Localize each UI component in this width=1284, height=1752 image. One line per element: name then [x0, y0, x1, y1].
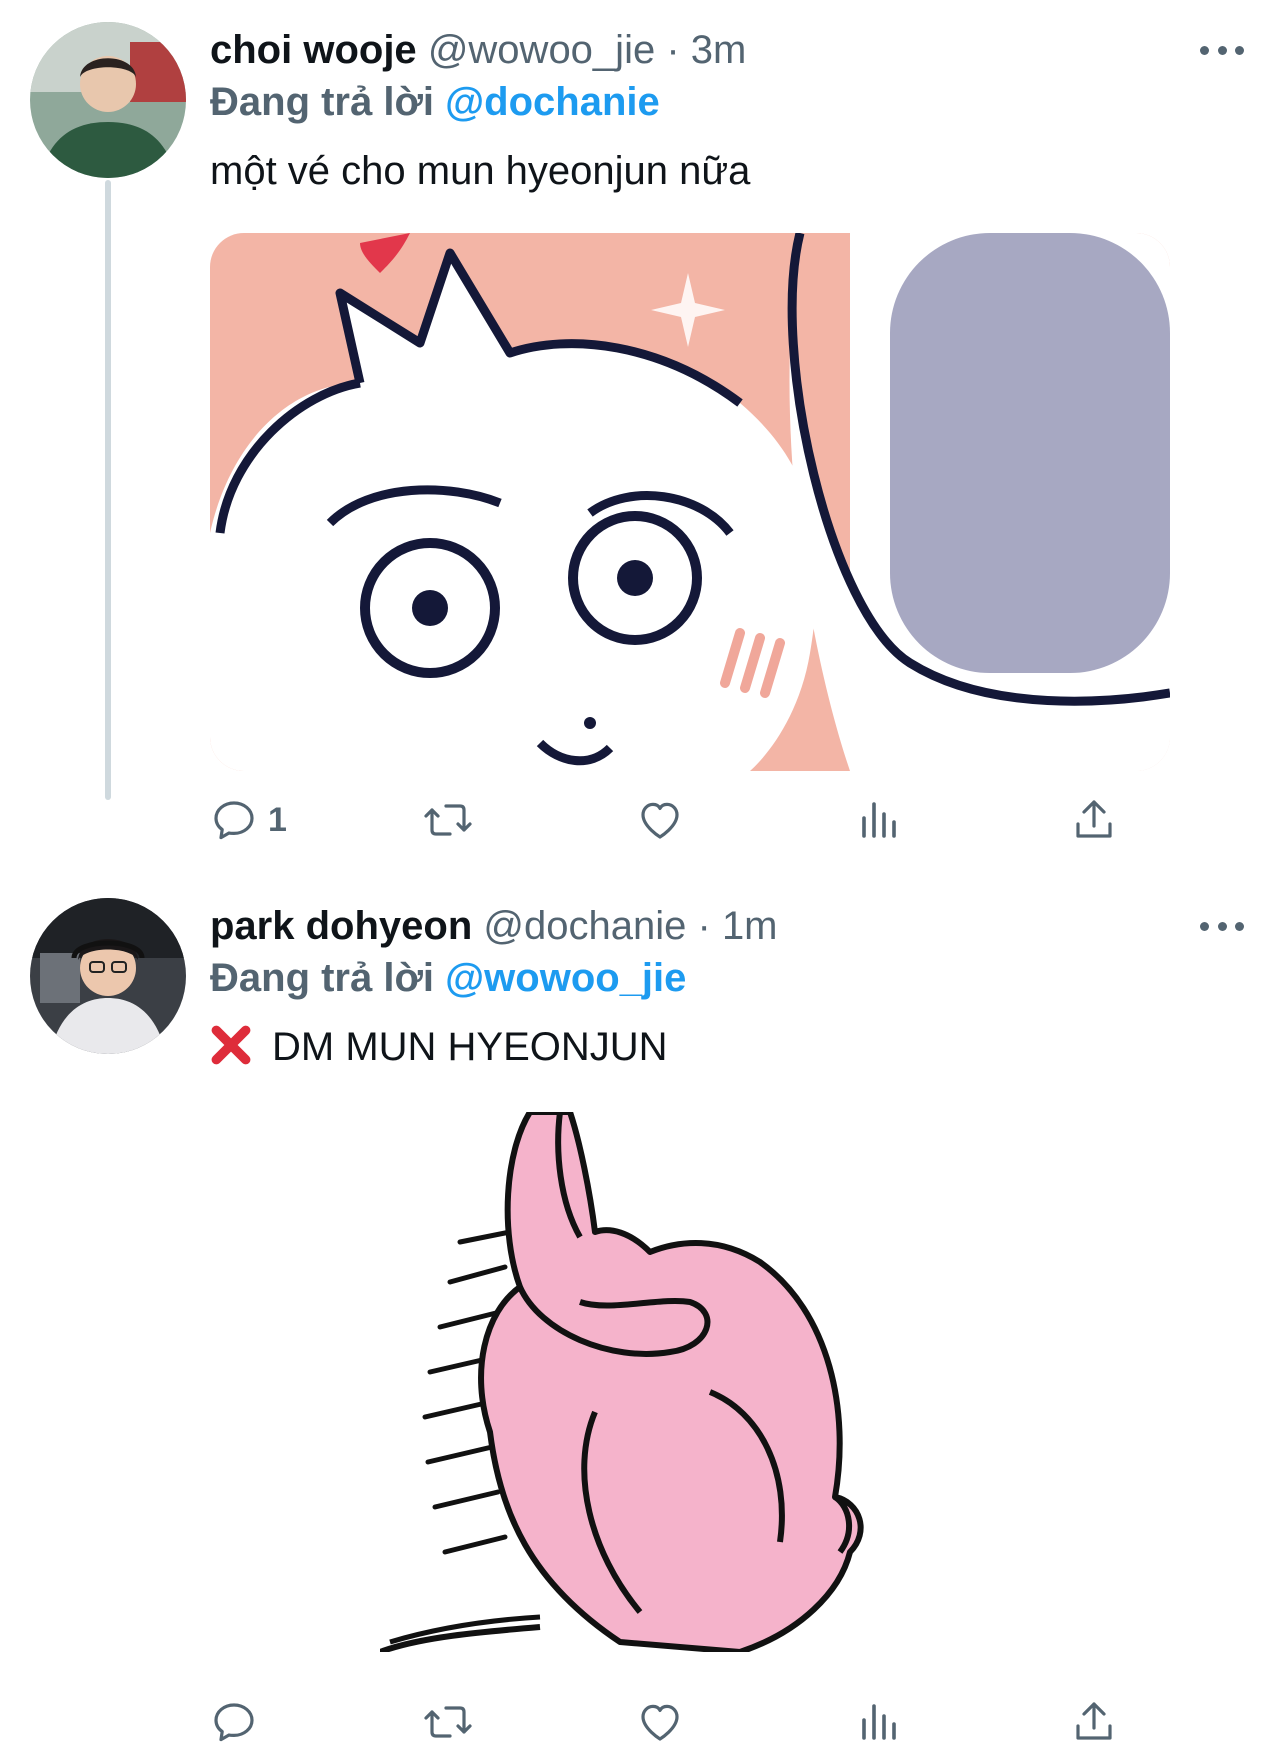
tweet-media[interactable]: [380, 1112, 900, 1652]
retweet-button[interactable]: [422, 790, 474, 850]
user-handle[interactable]: @dochanie: [483, 904, 686, 948]
retweet-icon: [424, 1706, 472, 1738]
mention-link[interactable]: @dochanie: [445, 80, 660, 124]
more-icon[interactable]: [1200, 916, 1244, 936]
pink-rabbit-sticker-icon: [380, 1112, 864, 1652]
reply-icon: [214, 1703, 254, 1742]
avatar[interactable]: [30, 898, 186, 1054]
tweet-actions: 1: [210, 790, 1130, 850]
like-button[interactable]: [636, 1692, 684, 1752]
views-icon: [862, 1704, 896, 1740]
tweet-actions: [210, 1692, 1130, 1752]
views-icon: [862, 802, 896, 838]
user-photo-avatar-icon: [30, 22, 186, 178]
tweet-text: một vé cho mun hyeonjun nữa: [210, 149, 751, 193]
views-button[interactable]: [856, 790, 904, 850]
display-name[interactable]: park dohyeon: [210, 904, 472, 948]
tweet-1[interactable]: choi wooje @wowoo_jie · 3m Đang trả lời …: [0, 0, 1284, 880]
reply-button[interactable]: [210, 1692, 258, 1752]
tweet-text-row: DM MUN HYEONJUN: [210, 1022, 668, 1072]
timestamp[interactable]: 1m: [722, 904, 778, 948]
timestamp[interactable]: 3m: [691, 28, 747, 72]
reply-icon: [214, 801, 254, 840]
tweet-header: park dohyeon @dochanie · 1m: [210, 902, 778, 950]
display-name[interactable]: choi wooje: [210, 28, 417, 72]
separator: ·: [697, 904, 711, 948]
user-photo-avatar-icon: [30, 898, 186, 1054]
heart-icon: [641, 1704, 679, 1741]
white-cat-sticker-icon: [210, 233, 1170, 771]
retweet-icon: [424, 804, 472, 836]
tweet-text: DM MUN HYEONJUN: [272, 1025, 668, 1069]
heart-icon: [641, 802, 679, 839]
tweet-media[interactable]: [210, 233, 1170, 771]
mention-link[interactable]: @wowoo_jie: [445, 956, 686, 1000]
replying-to: Đang trả lời @wowoo_jie: [210, 954, 686, 1002]
retweet-button[interactable]: [422, 1692, 474, 1752]
tweet-2[interactable]: park dohyeon @dochanie · 1m Đang trả lời…: [0, 880, 1284, 1746]
share-icon: [1076, 800, 1112, 838]
views-button[interactable]: [856, 1692, 904, 1752]
like-button[interactable]: [636, 790, 684, 850]
share-button[interactable]: [1070, 790, 1118, 850]
reply-button[interactable]: 1: [210, 790, 287, 850]
share-icon: [1076, 1702, 1112, 1740]
replying-to: Đang trả lời @dochanie: [210, 78, 660, 126]
more-icon[interactable]: [1200, 40, 1244, 60]
avatar[interactable]: [30, 22, 186, 178]
replying-prefix: Đang trả lời: [210, 956, 435, 1000]
share-button[interactable]: [1070, 1692, 1118, 1752]
tweet-header: choi wooje @wowoo_jie · 3m: [210, 26, 746, 74]
reply-count: 1: [268, 800, 287, 839]
separator: ·: [666, 28, 680, 72]
user-handle[interactable]: @wowoo_jie: [428, 28, 655, 72]
replying-prefix: Đang trả lời: [210, 80, 435, 124]
cross-mark-icon: [211, 1025, 251, 1065]
